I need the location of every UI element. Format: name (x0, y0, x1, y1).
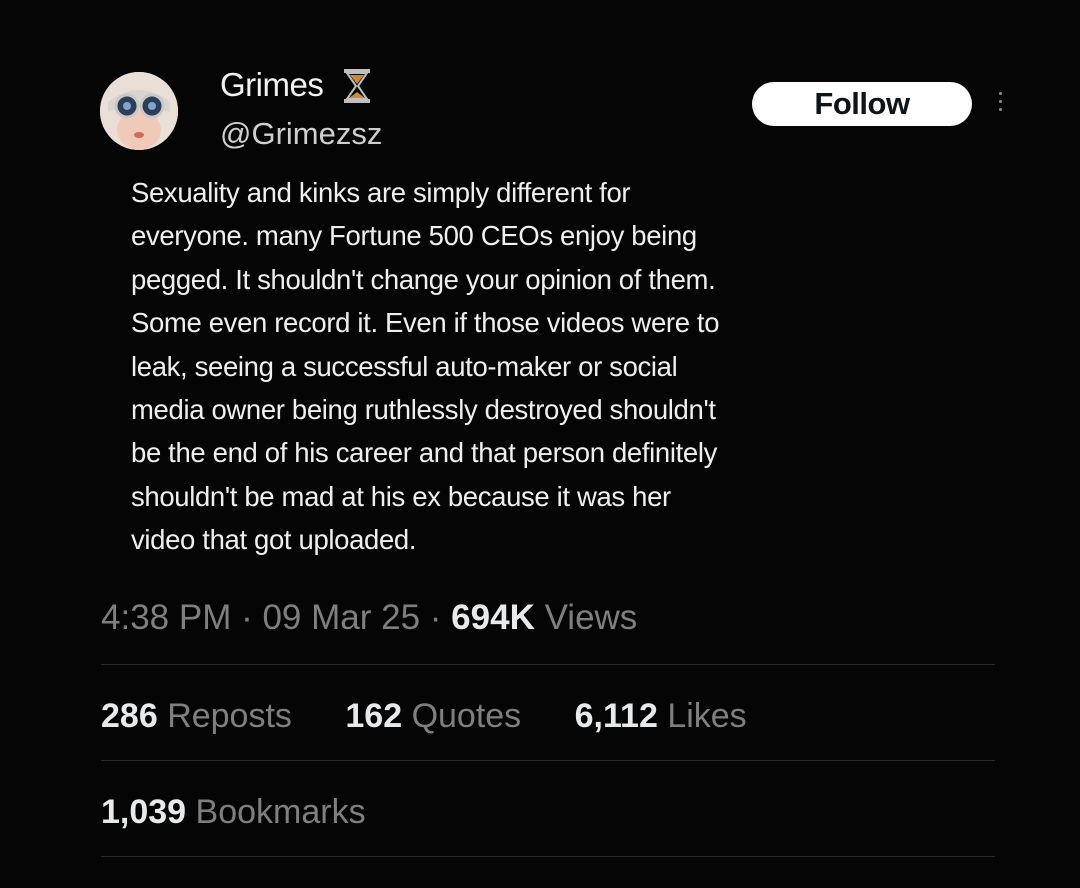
quotes-label: Quotes (411, 697, 522, 735)
divider (101, 856, 995, 857)
tweet-card: Grimes @Grimezsz Follow Sexuality and ki… (0, 0, 1080, 888)
bookmarks-label: Bookmarks (195, 793, 366, 831)
views-count: 694K (451, 598, 535, 637)
engagement-stats: 286 Reposts 162 Quotes 6,112 Likes (101, 697, 791, 736)
tweet-time[interactable]: 4:38 PM (101, 598, 231, 637)
likes-label: Likes (667, 697, 747, 735)
tweet-meta: 4:38 PM · 09 Mar 25 · 694K Views (101, 598, 637, 638)
reposts-count: 286 (101, 697, 158, 735)
quotes-count: 162 (345, 697, 403, 735)
avatar[interactable] (100, 72, 178, 150)
divider (101, 760, 995, 761)
likes-count: 6,112 (574, 697, 658, 735)
reposts-label: Reposts (167, 697, 292, 735)
tweet-date[interactable]: 09 Mar 25 (262, 598, 420, 637)
reposts-stat[interactable]: 286 Reposts (101, 697, 292, 736)
likes-stat[interactable]: 6,112 Likes (575, 697, 747, 736)
bookmarks-count: 1,039 (101, 793, 187, 831)
tweet-text: Sexuality and kinks are simply different… (131, 177, 720, 556)
follow-button[interactable]: Follow (752, 82, 972, 126)
user-handle[interactable]: @Grimezsz (220, 116, 382, 152)
hourglass-icon (344, 69, 370, 103)
display-name[interactable]: Grimes (220, 66, 324, 104)
avatar-image (100, 72, 178, 150)
views-label: Views (544, 598, 638, 637)
meta-separator: · (420, 598, 452, 637)
meta-separator: · (231, 598, 263, 637)
more-vertical-icon[interactable] (995, 92, 1005, 118)
divider (101, 664, 995, 665)
bookmarks-stat[interactable]: 1,039 Bookmarks (101, 793, 366, 832)
quotes-stat[interactable]: 162 Quotes (345, 697, 521, 736)
